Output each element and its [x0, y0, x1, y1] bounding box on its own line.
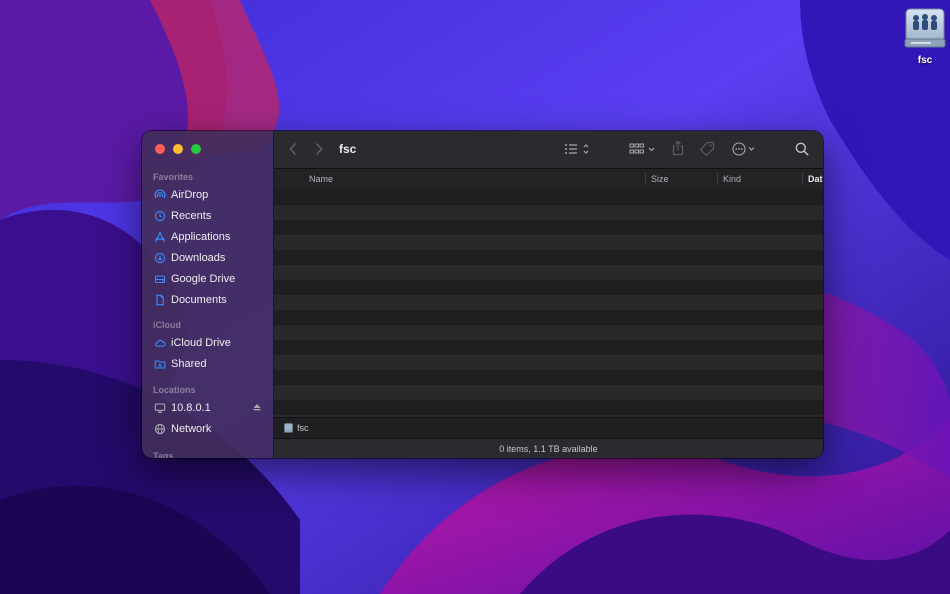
empty-row	[274, 190, 823, 205]
tag-icon	[699, 141, 715, 157]
empty-row	[274, 265, 823, 280]
sidebar-section-tags: Tags	[142, 449, 273, 458]
path-item[interactable]: fsc	[297, 423, 309, 433]
column-header-size[interactable]: Size	[651, 174, 669, 184]
network-drive-icon	[903, 6, 947, 50]
search-button[interactable]	[795, 142, 809, 156]
empty-row	[274, 400, 823, 415]
zoom-button[interactable]	[191, 144, 201, 154]
chevron-right-icon	[316, 143, 323, 155]
forward-button[interactable]	[314, 142, 324, 156]
view-options-button[interactable]	[564, 142, 592, 156]
sidebar-section-icloud: iCloud iCloud Drive Shared	[142, 318, 273, 374]
sidebar: Favorites AirDrop Recents Applications D…	[142, 131, 274, 458]
sidebar-item-label: Applications	[171, 230, 231, 243]
section-heading: Tags	[153, 451, 174, 458]
sidebar-item-network[interactable]: Network	[142, 418, 273, 439]
share-button[interactable]	[671, 140, 685, 156]
toolbar: fsc	[274, 131, 823, 169]
column-divider[interactable]	[717, 172, 718, 186]
sidebar-item-airdrop[interactable]: AirDrop	[142, 184, 273, 205]
empty-row	[274, 355, 823, 370]
eject-icon[interactable]	[252, 402, 262, 412]
globe-icon	[154, 423, 166, 435]
sidebar-item-documents[interactable]: Documents	[142, 289, 273, 310]
finder-window: Favorites AirDrop Recents Applications D…	[142, 131, 823, 458]
back-button[interactable]	[288, 142, 298, 156]
sidebar-item-label: Downloads	[171, 251, 226, 264]
empty-row	[274, 295, 823, 310]
content-area: fsc Name Size Kind Dat fsc 0 items, 1.1 …	[274, 131, 823, 458]
sidebar-section-favorites: Favorites AirDrop Recents Applications D…	[142, 170, 273, 310]
sidebar-item-label: AirDrop	[171, 188, 209, 201]
sidebar-item-icloud-drive[interactable]: iCloud Drive	[142, 332, 273, 353]
document-icon	[154, 294, 166, 306]
group-button[interactable]	[629, 142, 657, 156]
section-heading: Favorites	[153, 172, 194, 182]
sidebar-item-label: iCloud Drive	[171, 336, 231, 349]
list-view-icon	[565, 144, 589, 154]
status-bar: 0 items, 1.1 TB available	[274, 438, 823, 458]
clock-icon	[154, 210, 166, 222]
section-heading: Locations	[153, 385, 196, 395]
action-button[interactable]	[732, 142, 758, 156]
empty-row	[274, 325, 823, 340]
empty-row	[274, 205, 823, 220]
close-button[interactable]	[155, 144, 165, 154]
download-icon	[154, 252, 166, 264]
column-header-date[interactable]: Dat	[808, 174, 823, 184]
sidebar-section-locations: Locations 10.8.0.1 Network	[142, 383, 273, 439]
chevron-left-icon	[289, 143, 296, 155]
drive-icon	[154, 273, 166, 285]
empty-row	[274, 235, 823, 250]
window-title: fsc	[339, 142, 357, 156]
minimize-button[interactable]	[173, 144, 183, 154]
applications-icon	[154, 231, 166, 243]
sidebar-item-label: Documents	[171, 293, 227, 306]
sidebar-item-label: Google Drive	[171, 272, 236, 285]
path-bar: fsc	[274, 417, 823, 438]
sidebar-item-shared[interactable]: Shared	[142, 353, 273, 374]
column-divider[interactable]	[802, 172, 803, 186]
column-header-row: Name Size Kind Dat	[274, 169, 823, 191]
network-drive-icon	[284, 423, 293, 433]
tag-button[interactable]	[699, 141, 715, 157]
empty-row	[274, 385, 823, 400]
column-header-name[interactable]: Name	[309, 174, 333, 184]
sidebar-item-label: Shared	[171, 357, 207, 370]
empty-row	[274, 250, 823, 265]
sidebar-item-applications[interactable]: Applications	[142, 226, 273, 247]
share-icon	[672, 140, 684, 156]
sidebar-item-google-drive[interactable]: Google Drive	[142, 268, 273, 289]
column-header-kind[interactable]: Kind	[723, 174, 741, 184]
empty-row	[274, 340, 823, 355]
empty-row	[274, 280, 823, 295]
empty-row	[274, 370, 823, 385]
sidebar-item-downloads[interactable]: Downloads	[142, 247, 273, 268]
desktop-drive-item[interactable]: fsc	[898, 6, 950, 66]
sidebar-item-label: Recents	[171, 209, 212, 222]
sidebar-item-recents[interactable]: Recents	[142, 205, 273, 226]
sidebar-item-label: 10.8.0.1	[171, 401, 211, 414]
search-icon	[795, 142, 809, 156]
sidebar-item-label: Network	[171, 422, 212, 435]
file-list[interactable]	[274, 190, 823, 417]
more-icon	[732, 142, 755, 156]
column-divider[interactable]	[645, 172, 646, 186]
airdrop-icon	[154, 188, 166, 201]
grid-icon	[629, 143, 655, 154]
section-heading: iCloud	[153, 320, 181, 330]
desktop-icon-label: fsc	[917, 55, 933, 66]
sidebar-item-server[interactable]: 10.8.0.1	[142, 397, 273, 418]
display-icon	[154, 402, 166, 414]
empty-row	[274, 310, 823, 325]
shared-folder-icon	[154, 358, 166, 370]
window-controls	[155, 144, 201, 154]
cloud-icon	[154, 337, 166, 349]
empty-row	[274, 220, 823, 235]
